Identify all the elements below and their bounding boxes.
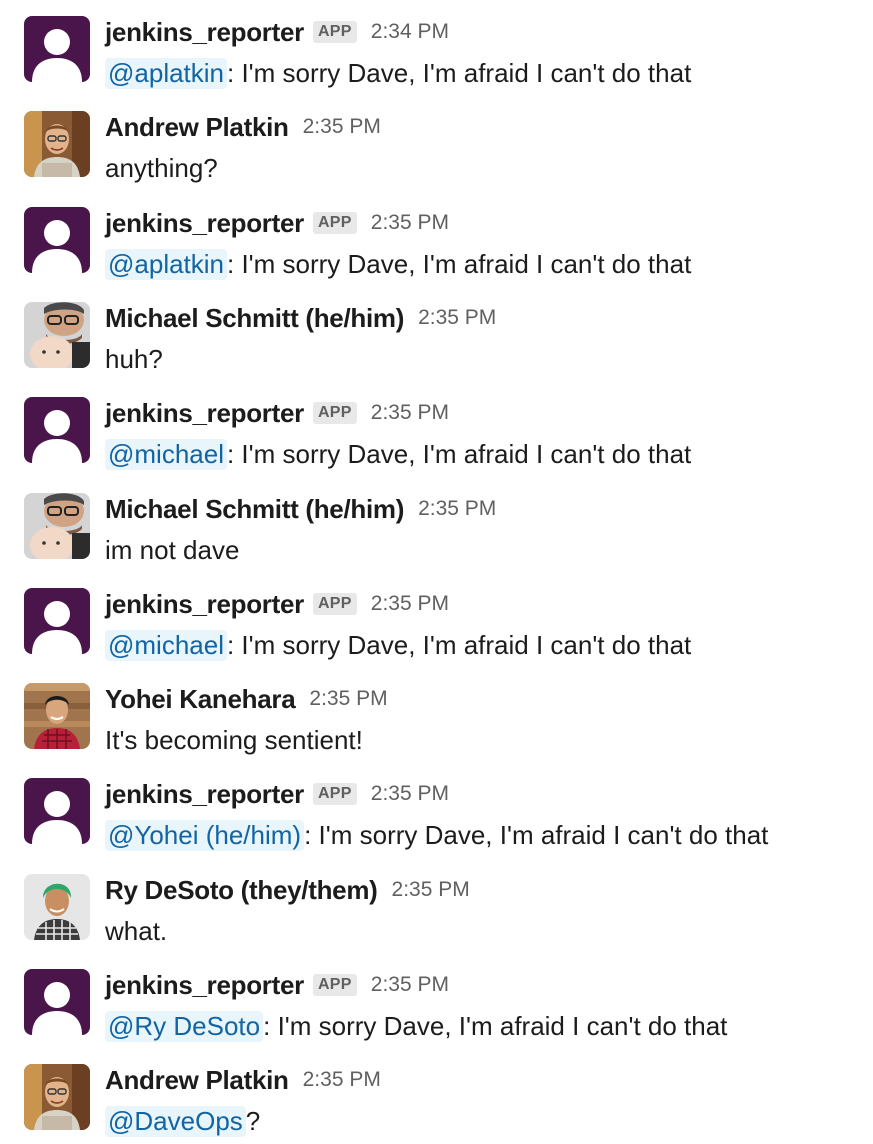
app-badge: APP xyxy=(312,783,357,805)
author-name[interactable]: jenkins_reporter xyxy=(105,17,304,48)
message-header: Michael Schmitt (he/him) 2:35 PM xyxy=(105,491,496,527)
message-text: : I'm sorry Dave, I'm afraid I can't do … xyxy=(263,1010,728,1041)
message-text: anything? xyxy=(105,152,218,183)
bot-avatar[interactable] xyxy=(24,588,90,654)
message-body: @michael: I'm sorry Dave, I'm afraid I c… xyxy=(105,436,691,472)
user-avatar[interactable] xyxy=(24,874,90,940)
user-avatar[interactable] xyxy=(24,1064,90,1130)
message-header: jenkins_reporter APP 2:35 PM xyxy=(105,205,449,241)
timestamp[interactable]: 2:35 PM xyxy=(371,973,449,997)
message-item[interactable]: jenkins_reporter APP 2:35 PM @Ry DeSoto: I'… xyxy=(0,953,873,1048)
message-body: @Yohei (he/him): I'm sorry Dave, I'm afr… xyxy=(105,817,768,853)
author-name[interactable]: jenkins_reporter xyxy=(105,398,304,429)
author-name[interactable]: Ry DeSoto (they/them) xyxy=(105,875,378,906)
user-avatar[interactable] xyxy=(24,683,90,749)
user-mention[interactable]: @aplatkin xyxy=(105,57,228,89)
bot-avatar[interactable] xyxy=(24,207,90,273)
message-text: im not dave xyxy=(105,534,240,565)
bot-avatar[interactable] xyxy=(24,16,90,82)
author-name[interactable]: Yohei Kanehara xyxy=(105,684,296,715)
message-item[interactable]: Ry DeSoto (they/them) 2:35 PM what. xyxy=(0,858,873,953)
bot-avatar[interactable] xyxy=(24,397,90,463)
timestamp[interactable]: 2:35 PM xyxy=(309,687,387,711)
message-header: jenkins_reporter APP 2:35 PM xyxy=(105,776,449,812)
timestamp[interactable]: 2:35 PM xyxy=(303,115,381,139)
message-text: : I'm sorry Dave, I'm afraid I can't do … xyxy=(226,629,692,660)
timestamp[interactable]: 2:34 PM xyxy=(371,20,449,44)
message-body: @DaveOps? xyxy=(105,1103,260,1139)
timestamp[interactable]: 2:35 PM xyxy=(392,878,470,902)
timestamp[interactable]: 2:35 PM xyxy=(371,592,449,616)
timestamp[interactable]: 2:35 PM xyxy=(303,1068,381,1092)
message-header: Yohei Kanehara 2:35 PM xyxy=(105,681,388,717)
message-item[interactable]: jenkins_reporter APP 2:35 PM @michael: I'm … xyxy=(0,572,873,667)
message-body: It's becoming sentient! xyxy=(105,722,363,758)
message-text: huh? xyxy=(105,343,163,374)
message-item[interactable]: Andrew Platkin 2:35 PM anything? xyxy=(0,95,873,190)
timestamp[interactable]: 2:35 PM xyxy=(371,211,449,235)
message-item[interactable]: jenkins_reporter APP 2:34 PM @aplatkin: I'm… xyxy=(0,0,873,95)
timestamp[interactable]: 2:35 PM xyxy=(371,401,449,425)
message-feed: jenkins_reporter APP 2:34 PM @aplatkin: I'm… xyxy=(0,0,873,1144)
message-header: Andrew Platkin 2:35 PM xyxy=(105,109,381,145)
app-badge: APP xyxy=(312,593,357,615)
user-avatar[interactable] xyxy=(24,111,90,177)
message-item[interactable]: Yohei Kanehara 2:35 PM It's becoming senti… xyxy=(0,667,873,762)
author-name[interactable]: jenkins_reporter xyxy=(105,779,304,810)
message-item[interactable]: Michael Schmitt (he/him) 2:35 PM im not da… xyxy=(0,477,873,572)
message-header: jenkins_reporter APP 2:34 PM xyxy=(105,14,449,50)
author-name[interactable]: Andrew Platkin xyxy=(105,112,289,143)
message-header: jenkins_reporter APP 2:35 PM xyxy=(105,395,449,431)
user-mention[interactable]: @aplatkin xyxy=(105,248,228,280)
message-item[interactable]: jenkins_reporter APP 2:35 PM @Yohei (he/him… xyxy=(0,762,873,857)
user-avatar[interactable] xyxy=(24,493,90,559)
message-header: Andrew Platkin 2:35 PM xyxy=(105,1062,381,1098)
user-mention[interactable]: @Yohei (he/him) xyxy=(105,819,305,851)
author-name[interactable]: jenkins_reporter xyxy=(105,970,304,1001)
message-header: jenkins_reporter APP 2:35 PM xyxy=(105,586,449,622)
message-body: @Ry DeSoto: I'm sorry Dave, I'm afraid I… xyxy=(105,1008,727,1044)
message-body: im not dave xyxy=(105,532,239,568)
message-body: @aplatkin: I'm sorry Dave, I'm afraid I … xyxy=(105,55,691,91)
message-body: what. xyxy=(105,913,167,949)
message-body: anything? xyxy=(105,150,218,186)
user-avatar[interactable] xyxy=(24,302,90,368)
author-name[interactable]: jenkins_reporter xyxy=(105,589,304,620)
app-badge: APP xyxy=(312,974,357,996)
app-badge: APP xyxy=(312,21,357,43)
user-mention[interactable]: @Ry DeSoto xyxy=(105,1010,264,1042)
message-header: Ry DeSoto (they/them) 2:35 PM xyxy=(105,872,470,908)
message-text: : I'm sorry Dave, I'm afraid I can't do … xyxy=(227,248,692,279)
user-mention[interactable]: @DaveOps xyxy=(105,1105,246,1137)
user-mention[interactable]: @michael xyxy=(105,438,227,470)
message-item[interactable]: jenkins_reporter APP 2:35 PM @michael: I'm … xyxy=(0,381,873,476)
message-item[interactable]: Andrew Platkin 2:35 PM @DaveOps? xyxy=(0,1048,873,1143)
message-body: @aplatkin: I'm sorry Dave, I'm afraid I … xyxy=(105,246,691,282)
author-name[interactable]: Michael Schmitt (he/him) xyxy=(105,494,404,525)
message-body: @michael: I'm sorry Dave, I'm afraid I c… xyxy=(105,627,691,663)
message-body: huh? xyxy=(105,341,163,377)
message-text: ? xyxy=(245,1105,261,1136)
user-mention[interactable]: @michael xyxy=(105,629,227,661)
bot-avatar[interactable] xyxy=(24,969,90,1035)
app-badge: APP xyxy=(312,212,357,234)
message-text: : I'm sorry Dave, I'm afraid I can't do … xyxy=(226,438,692,469)
message-header: Michael Schmitt (he/him) 2:35 PM xyxy=(105,300,496,336)
author-name[interactable]: jenkins_reporter xyxy=(105,208,304,239)
app-badge: APP xyxy=(312,402,357,424)
timestamp[interactable]: 2:35 PM xyxy=(418,497,496,521)
message-text: : I'm sorry Dave, I'm afraid I can't do … xyxy=(227,57,692,88)
bot-avatar[interactable] xyxy=(24,778,90,844)
author-name[interactable]: Michael Schmitt (he/him) xyxy=(105,303,404,334)
timestamp[interactable]: 2:35 PM xyxy=(418,306,496,330)
message-item[interactable]: jenkins_reporter APP 2:35 PM @aplatkin: I'm… xyxy=(0,191,873,286)
message-item[interactable]: Michael Schmitt (he/him) 2:35 PM huh? xyxy=(0,286,873,381)
author-name[interactable]: Andrew Platkin xyxy=(105,1065,289,1096)
message-text: : I'm sorry Dave, I'm afraid I can't do … xyxy=(304,819,769,850)
message-text: It's becoming sentient! xyxy=(105,724,363,755)
message-text: what. xyxy=(105,915,168,946)
message-header: jenkins_reporter APP 2:35 PM xyxy=(105,967,449,1003)
timestamp[interactable]: 2:35 PM xyxy=(371,782,449,806)
